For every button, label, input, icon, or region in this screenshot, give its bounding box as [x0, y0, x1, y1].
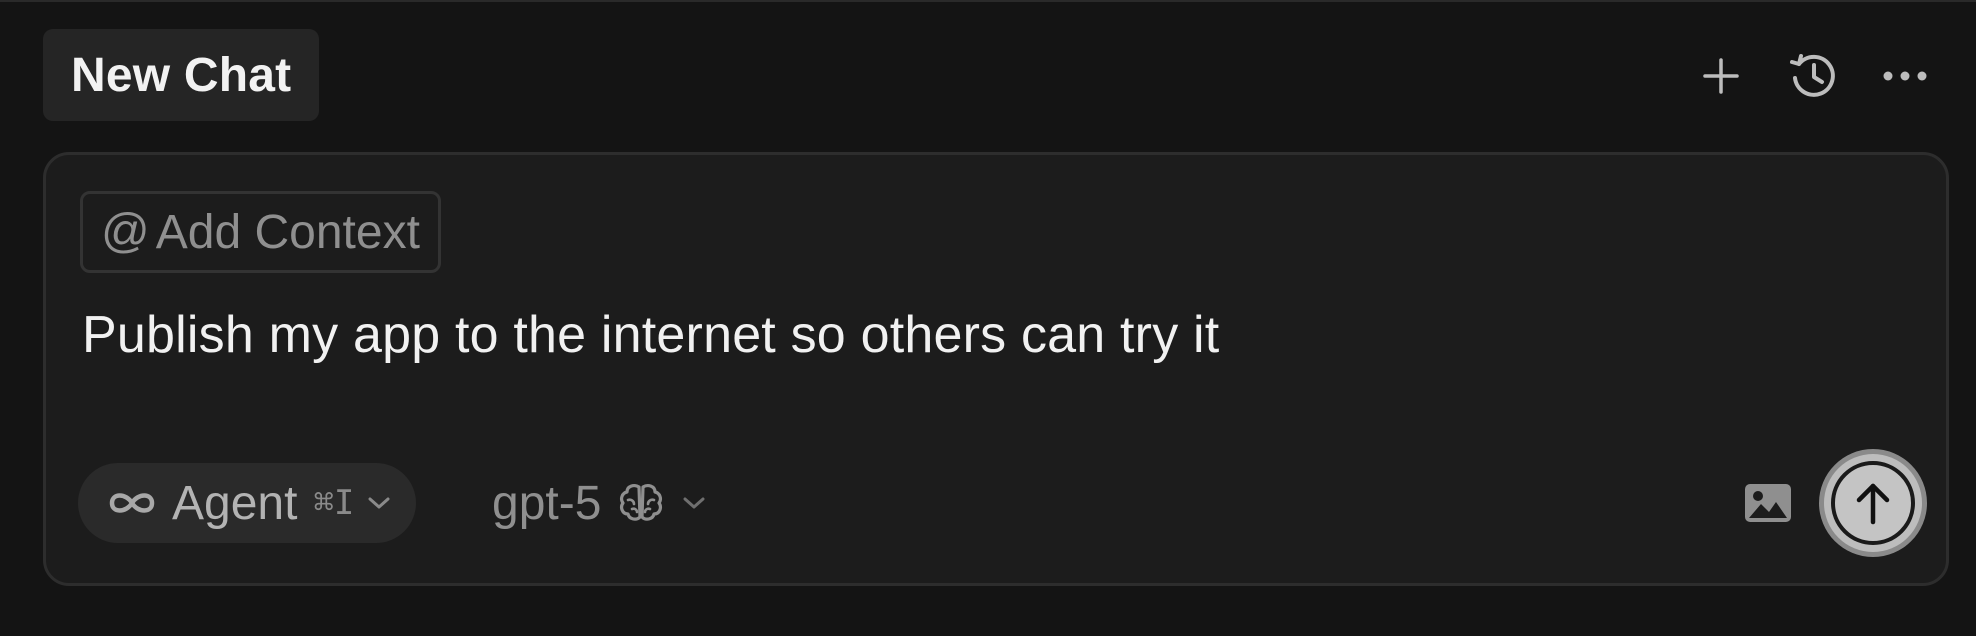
model-selector[interactable]: gpt-5	[492, 463, 707, 543]
mode-shortcut: ⌘I	[313, 483, 355, 523]
history-button[interactable]	[1780, 46, 1846, 106]
header-actions	[1688, 46, 1938, 106]
mode-selector[interactable]: Agent ⌘I	[78, 463, 417, 543]
at-icon: @	[101, 205, 150, 258]
model-label: gpt-5	[492, 476, 602, 530]
mode-label: Agent	[172, 476, 298, 530]
brain-icon	[620, 484, 663, 521]
send-button-inner	[1831, 461, 1915, 545]
chevron-down-icon	[683, 497, 705, 509]
new-chat-button[interactable]	[1688, 46, 1754, 106]
chat-composer: @ Add Context Publish my app to the inte…	[43, 152, 1949, 586]
infinity-icon	[109, 493, 155, 513]
composer-right-tools	[1740, 451, 1922, 555]
plus-icon	[1703, 58, 1739, 94]
chevron-down-icon	[368, 497, 390, 509]
add-context-label: Add Context	[155, 205, 420, 259]
history-icon	[1790, 54, 1835, 97]
composer-toolbar: Agent ⌘I gpt-5	[78, 454, 1922, 552]
attach-image-button[interactable]	[1740, 475, 1796, 531]
chat-header: New Chat	[0, 2, 1976, 152]
arrow-up-icon	[1856, 483, 1890, 525]
more-button[interactable]	[1872, 46, 1938, 106]
tab-new-chat[interactable]: New Chat	[43, 29, 320, 121]
send-button[interactable]	[1824, 454, 1922, 552]
tab-title: New Chat	[71, 48, 292, 102]
image-icon	[1745, 484, 1791, 522]
ellipsis-icon	[1883, 71, 1927, 81]
add-context-button[interactable]: @ Add Context	[80, 191, 441, 273]
prompt-input[interactable]: Publish my app to the internet so others…	[82, 305, 1219, 365]
